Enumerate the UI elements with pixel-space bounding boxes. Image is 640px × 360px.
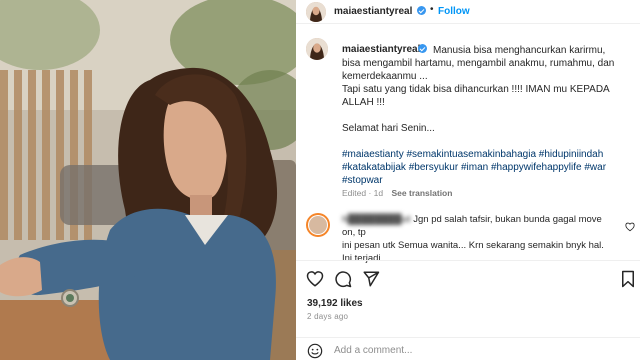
caption-author-avatar[interactable] xyxy=(306,38,328,60)
hashtags-line[interactable]: #maiaestianty #semakintuasemakinbahagia … xyxy=(342,148,630,161)
emoji-icon[interactable] xyxy=(307,343,323,359)
caption-line: ALLAH !!! xyxy=(342,97,385,108)
comment-like-heart-icon[interactable] xyxy=(625,222,635,232)
comment-icon[interactable] xyxy=(334,270,352,288)
author-username[interactable]: maiaestiantyreal xyxy=(334,6,412,17)
see-translation-link[interactable]: See translation xyxy=(392,188,453,198)
add-comment-bar xyxy=(296,337,640,360)
caption-line: Manusia bisa menghancurkan karirmu, xyxy=(433,45,606,56)
caption-line: Selamat hari Senin... xyxy=(342,123,435,134)
post-photo[interactable] xyxy=(0,0,296,360)
caption-line: Tapi satu yang tidak bisa dihancurkan !!… xyxy=(342,84,610,95)
add-comment-input[interactable] xyxy=(334,342,614,358)
share-icon[interactable] xyxy=(362,270,380,288)
caption-line: bisa mengambil hartamu, mengambil anakmu… xyxy=(342,58,615,69)
heart-icon[interactable] xyxy=(306,270,324,288)
post-header: maiaestiantyreal • Follow xyxy=(296,0,640,24)
avatar-image xyxy=(306,2,326,22)
post-time-ago: 2 days ago xyxy=(307,312,349,321)
author-avatar[interactable] xyxy=(306,2,326,22)
likes-count[interactable]: 39,192 likes xyxy=(307,298,363,309)
hashtags-line[interactable]: #katakatabijak #bersyukur #iman #happywi… xyxy=(342,161,630,174)
bookmark-icon[interactable] xyxy=(619,270,637,288)
post-side-panel: maiaestiantyreal • Follow maiaestiantyre… xyxy=(296,0,640,360)
verified-badge-icon xyxy=(417,6,426,15)
post-actions-bar xyxy=(296,260,640,296)
post-photo-illustration xyxy=(0,0,296,360)
caption-text: Manusia bisa menghancurkan karirmu, bisa… xyxy=(342,44,630,187)
instagram-post-view: maiaestiantyreal • Follow maiaestiantyre… xyxy=(0,0,640,360)
comment-text: h████████ut Jgn pd salah tafsir, bukan b… xyxy=(342,213,614,265)
edited-timestamp: Edited · 1d xyxy=(342,188,384,198)
caption-meta: Edited · 1d See translation xyxy=(342,188,452,198)
caption-line: kemerdekaanmu ... xyxy=(342,71,428,82)
commenter-avatar[interactable] xyxy=(306,213,330,237)
hashtags-line[interactable]: #stopwar xyxy=(342,174,630,187)
commenter-username[interactable]: h████████ut xyxy=(342,214,411,225)
separator-dot: • xyxy=(430,4,434,15)
avatar-image xyxy=(306,38,328,60)
comment-line: ini pesan utk Semua wanita... Krn sekara… xyxy=(342,240,604,251)
follow-button[interactable]: Follow xyxy=(438,6,470,17)
